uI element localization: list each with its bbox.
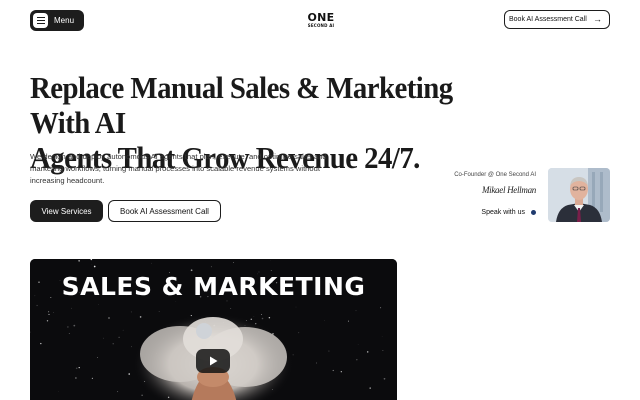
status-dot-icon [531,210,536,215]
star-icon [75,377,77,379]
view-services-button[interactable]: View Services [30,200,103,222]
star-icon [383,377,386,380]
star-icon [340,371,342,373]
star-icon [117,391,119,393]
star-icon [36,304,38,307]
star-icon [268,316,271,319]
star-icon [112,343,114,345]
menu-label: Menu [54,16,75,25]
star-icon [130,311,132,313]
star-icon [46,320,49,322]
star-icon [210,266,212,268]
book-call-header-label: Book AI Assessment Call [509,16,587,23]
star-icon [91,377,93,379]
video-player[interactable]: SALES & MARKETING [30,259,397,400]
star-icon [73,324,76,327]
star-icon [93,265,96,268]
star-icon [158,311,160,312]
star-icon [357,344,359,345]
star-icon [324,320,325,322]
star-icon [315,362,317,364]
star-icon [53,311,54,313]
star-icon [40,342,42,345]
star-icon [380,307,382,309]
star-icon [122,329,124,331]
star-icon [369,387,371,389]
star-icon [48,313,50,315]
star-icon [230,308,232,309]
star-icon [75,367,78,370]
star-icon [102,337,104,339]
star-icon [118,336,120,338]
star-icon [233,262,234,264]
hero-description: We design and deploy autonomous AI agent… [30,152,327,185]
star-icon [347,320,349,322]
star-icon [97,357,98,358]
star-icon [48,311,50,313]
star-icon [67,326,69,328]
logo-main-text: ONE [307,11,335,24]
star-icon [71,307,72,309]
play-icon [210,356,218,366]
arrow-right-icon: → [593,14,602,24]
founder-photo-icon [548,168,610,222]
founder-signature: Mikael Hellman [481,185,536,195]
star-icon [141,394,143,396]
hamburger-icon [33,13,48,28]
star-icon [382,349,384,351]
star-icon [270,269,272,272]
star-icon [78,260,80,262]
star-icon [190,269,193,272]
star-icon [58,390,59,392]
logo[interactable]: ONE SECOND AI [300,12,342,28]
star-icon [292,354,294,356]
play-button[interactable] [196,349,230,373]
star-icon [78,366,80,369]
star-icon [139,316,142,318]
star-icon [128,373,130,375]
menu-button[interactable]: Menu [30,10,84,31]
star-icon [356,359,358,361]
star-icon [250,318,253,321]
video-title: SALES & MARKETING [61,272,366,301]
book-call-hero-button[interactable]: Book AI Assessment Call [108,200,221,222]
star-icon [260,314,262,316]
star-icon [366,351,369,353]
hero-title-line-1: Replace Manual Sales & Marketing With AI [30,70,453,140]
founder-avatar [548,168,610,222]
speak-with-us-label: Speak with us [481,209,525,216]
star-icon [68,333,70,334]
star-icon [332,369,334,372]
star-icon [131,346,132,348]
star-icon [328,350,330,352]
book-call-header-button[interactable]: Book AI Assessment Call → [504,10,610,29]
logo-sub-text: SECOND AI [307,23,335,28]
star-icon [261,317,264,320]
star-icon [253,316,255,317]
star-icon [298,332,300,334]
star-icon [91,264,93,265]
star-icon [355,310,357,312]
star-icon [108,317,110,319]
founder-role: Co-Founder @ One Second AI [454,172,536,178]
speak-with-us-link[interactable]: Speak with us [481,209,536,216]
